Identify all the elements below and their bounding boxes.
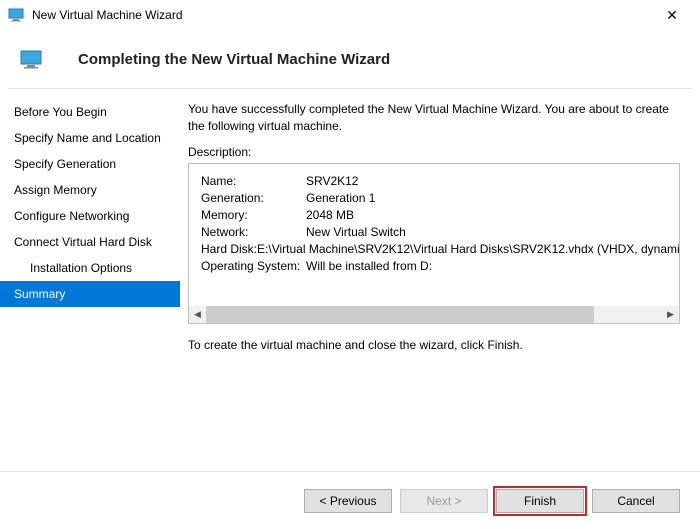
step-specify-generation[interactable]: Specify Generation [0,151,180,177]
step-connect-vhd[interactable]: Connect Virtual Hard Disk [0,229,180,255]
generation-value: Generation 1 [306,191,375,205]
title-bar: New Virtual Machine Wizard ✕ [0,0,700,30]
window-title: New Virtual Machine Wizard [32,8,652,22]
memory-label: Memory: [201,208,306,222]
wizard-steps-sidebar: Before You Begin Specify Name and Locati… [0,89,180,449]
os-label: Operating System: [201,259,306,273]
cancel-button[interactable]: Cancel [592,489,680,513]
wizard-footer: < Previous Next > Finish Cancel [0,471,700,529]
wizard-icon [20,48,42,70]
harddisk-label: Hard Disk: [201,242,257,256]
wizard-content: You have successfully completed the New … [180,89,700,449]
description-content: Name: SRV2K12 Generation: Generation 1 M… [189,164,679,306]
step-summary[interactable]: Summary [0,281,180,307]
step-assign-memory[interactable]: Assign Memory [0,177,180,203]
wizard-header: Completing the New Virtual Machine Wizar… [0,30,700,88]
horizontal-scrollbar[interactable]: ◀ ▶ [189,306,679,323]
scroll-left-icon[interactable]: ◀ [189,306,206,323]
name-value: SRV2K12 [306,174,358,188]
app-icon [8,7,24,23]
description-box: Name: SRV2K12 Generation: Generation 1 M… [188,163,680,324]
os-value: Will be installed from D: [306,259,432,273]
step-before-you-begin[interactable]: Before You Begin [0,99,180,125]
page-title: Completing the New Virtual Machine Wizar… [78,51,390,68]
memory-value: 2048 MB [306,208,354,222]
close-button[interactable]: ✕ [652,0,692,30]
previous-button[interactable]: < Previous [304,489,392,513]
instruction-text: To create the virtual machine and close … [188,338,682,352]
step-specify-name[interactable]: Specify Name and Location [0,125,180,151]
network-label: Network: [201,225,306,239]
detail-row-generation: Generation: Generation 1 [201,191,667,205]
next-button: Next > [400,489,488,513]
description-label: Description: [188,145,682,159]
generation-label: Generation: [201,191,306,205]
detail-row-memory: Memory: 2048 MB [201,208,667,222]
detail-row-network: Network: New Virtual Switch [201,225,667,239]
detail-row-os: Operating System: Will be installed from… [201,259,667,273]
finish-button[interactable]: Finish [496,489,584,513]
step-installation-options[interactable]: Installation Options [0,255,180,281]
harddisk-value: E:\Virtual Machine\SRV2K12\Virtual Hard … [257,242,679,256]
scroll-thumb[interactable] [206,306,594,323]
intro-text: You have successfully completed the New … [188,101,682,135]
detail-row-harddisk: Hard Disk: E:\Virtual Machine\SRV2K12\Vi… [201,242,667,256]
step-configure-networking[interactable]: Configure Networking [0,203,180,229]
name-label: Name: [201,174,306,188]
scroll-track[interactable] [206,306,662,323]
detail-row-name: Name: SRV2K12 [201,174,667,188]
scroll-right-icon[interactable]: ▶ [662,306,679,323]
network-value: New Virtual Switch [306,225,406,239]
